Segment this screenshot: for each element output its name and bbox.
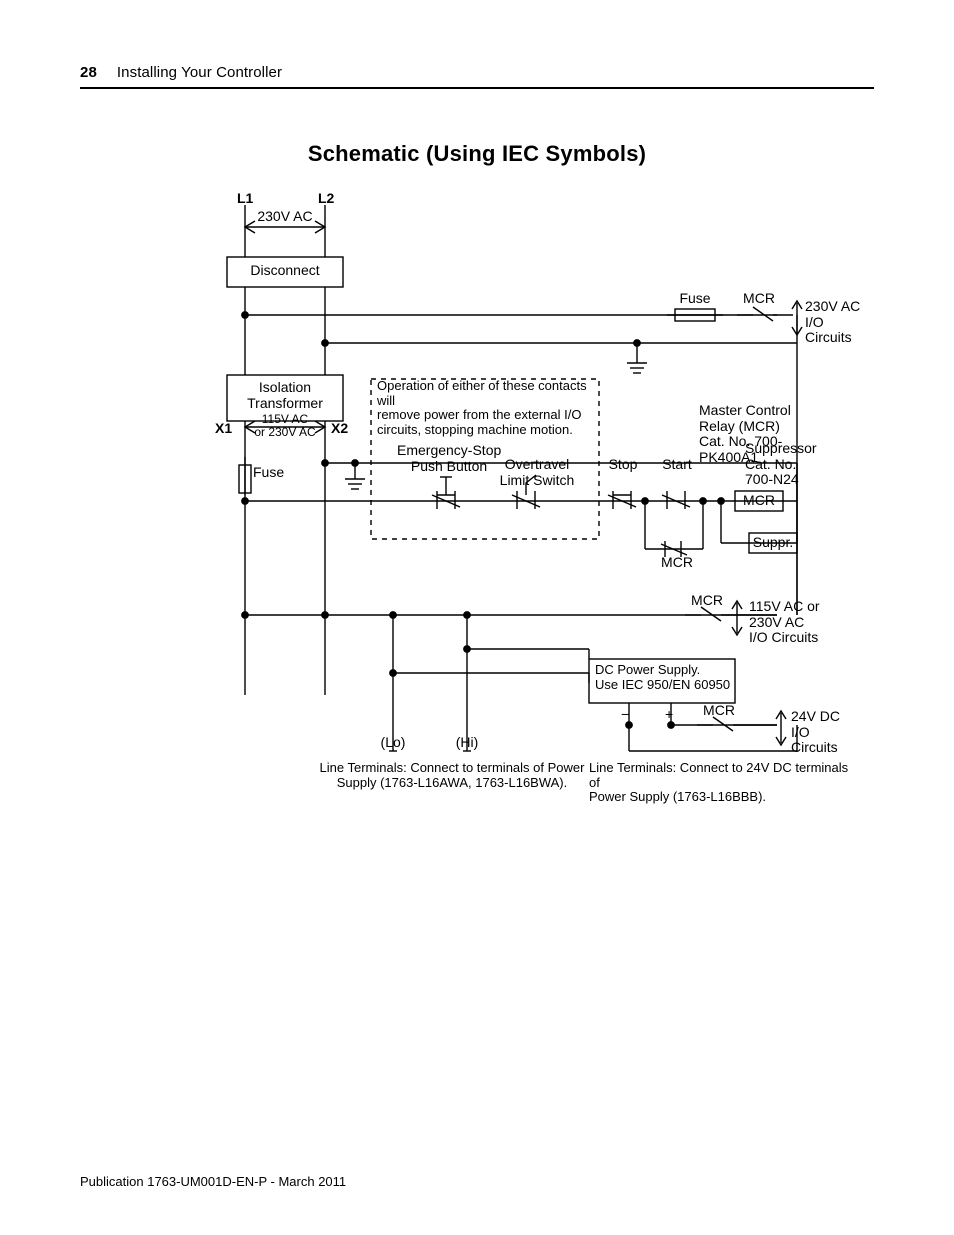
label-iso-transformer: Isolation Transformer bbox=[227, 380, 343, 411]
label-overtravel: Overtravel Limit Switch bbox=[489, 457, 585, 488]
label-line-terminals-dc: Line Terminals: Connect to 24V DC termin… bbox=[589, 761, 849, 805]
page-number: 28 bbox=[80, 64, 97, 81]
label-start: Start bbox=[655, 457, 699, 473]
label-dc-supply: DC Power Supply. Use IEC 950/EN 60950 bbox=[595, 663, 733, 692]
label-x2: X2 bbox=[331, 421, 348, 437]
label-right-230: 230V AC I/O Circuits bbox=[805, 299, 860, 346]
label-230v: 230V AC bbox=[255, 209, 315, 225]
label-suppressor: Suppr. bbox=[749, 535, 797, 551]
label-mcr-top: MCR bbox=[737, 291, 781, 307]
label-mcr-24: MCR bbox=[697, 703, 741, 719]
page-title: Schematic (Using IEC Symbols) bbox=[80, 141, 874, 167]
page-header: 28 Installing Your Controller bbox=[80, 64, 874, 89]
label-estop: Emergency-Stop Push Button bbox=[397, 443, 501, 474]
label-fuse-left: Fuse bbox=[253, 465, 284, 481]
label-fuse-top: Fuse bbox=[673, 291, 717, 307]
label-plus: + bbox=[665, 707, 673, 723]
label-supp-info: Suppressor Cat. No. 700-N24 bbox=[745, 441, 817, 488]
label-line-terminals-ac: Line Terminals: Connect to terminals of … bbox=[307, 761, 597, 790]
label-mcr-hold: MCR bbox=[655, 555, 699, 571]
label-lo: (Lo) bbox=[375, 735, 411, 751]
footer-publication: Publication 1763-UM001D-EN-P - March 201… bbox=[80, 1174, 346, 1189]
label-disconnect: Disconnect bbox=[227, 263, 343, 279]
label-minus: − bbox=[621, 707, 629, 723]
label-op-note: Operation of either of these contacts wi… bbox=[377, 379, 593, 437]
label-x1: X1 bbox=[215, 421, 232, 437]
label-l2: L2 bbox=[318, 191, 334, 207]
label-xvolt: 115V AC or 230V AC bbox=[239, 413, 331, 440]
label-l1: L1 bbox=[237, 191, 253, 207]
label-mcr-115: MCR bbox=[685, 593, 729, 609]
schematic-diagram: L1 L2 230V AC Disconnect Fuse MCR 230V A… bbox=[137, 195, 817, 875]
label-stop: Stop bbox=[603, 457, 643, 473]
label-right-24: 24V DC I/O Circuits bbox=[791, 709, 840, 756]
label-right-115: 115V AC or 230V AC I/O Circuits bbox=[749, 599, 820, 646]
section-title: Installing Your Controller bbox=[117, 64, 282, 81]
label-mcr-coil: MCR bbox=[735, 493, 783, 509]
label-hi: (Hi) bbox=[449, 735, 485, 751]
